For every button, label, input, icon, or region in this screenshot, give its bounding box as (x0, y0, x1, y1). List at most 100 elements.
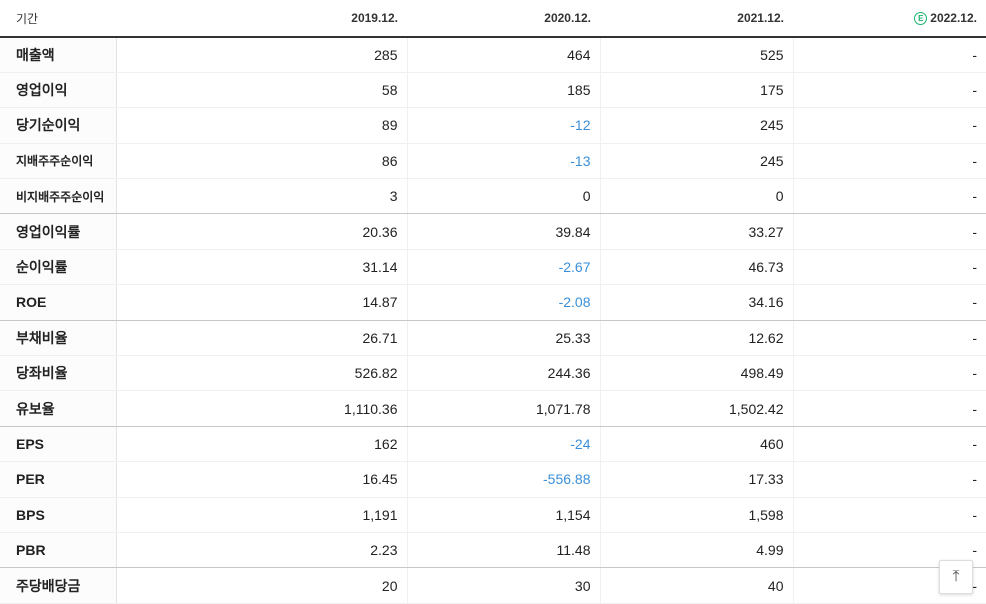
cell-value: 14.87 (115, 284, 407, 321)
scroll-top-button[interactable]: ⤒ (939, 560, 973, 594)
row-label: 비지배주주순이익 (0, 178, 117, 215)
table-row: 당좌비율 526.82 244.36 498.49- (0, 355, 986, 392)
cell-value: 1,071.78 (406, 390, 600, 427)
period-2022: E 2022.12. (793, 0, 986, 38)
period-2022-label: 2022.12. (930, 11, 977, 25)
cell-value: 20 (115, 567, 407, 604)
cell-value: - (792, 37, 986, 73)
cell-value: 46.73 (599, 249, 793, 286)
cell-value: -13 (406, 143, 600, 180)
cell-value: 185 (406, 72, 600, 109)
cell-value: 89 (115, 107, 407, 144)
table-row: PER 16.45 -556.88 17.33- (0, 461, 986, 498)
row-label: EPS (0, 426, 117, 463)
cell-value: -24 (406, 426, 600, 463)
cell-value: - (792, 390, 986, 427)
table-row: 당기순이익 89 -12 245- (0, 107, 986, 144)
cell-value: -12 (406, 107, 600, 144)
cell-value: 498.49 (599, 355, 793, 392)
cell-value: 1,598 (599, 497, 793, 533)
table-row: EPS 162 -24 460- (0, 426, 986, 463)
cell-value: - (792, 320, 986, 357)
cell-value: 3 (115, 178, 407, 215)
table-row: 영업이익률 20.36 39.84 33.27- (0, 213, 986, 250)
cell-value: - (792, 178, 986, 215)
cell-value: - (792, 284, 986, 321)
table-row: 유보율 1,110.36 1,071.78 1,502.42- (0, 390, 986, 427)
row-label: 지배주주순이익 (0, 143, 117, 180)
table-header-row: 기간 2019.12. 2020.12. 2021.12. E 2022.12. (0, 0, 986, 38)
cell-value: - (792, 213, 986, 250)
cell-value: - (792, 461, 986, 498)
cell-value: 525 (599, 37, 793, 73)
cell-value: 40 (599, 567, 793, 604)
table-row: 주당배당금 20 30 40- (0, 567, 986, 604)
cell-value: 33.27 (599, 213, 793, 250)
estimate-icon: E (914, 12, 928, 25)
cell-value: 245 (599, 143, 793, 180)
cell-value: 86 (115, 143, 407, 180)
cell-value: 2.23 (115, 532, 407, 569)
cell-value: 39.84 (406, 213, 600, 250)
row-label: PBR (0, 532, 117, 569)
row-label: 순이익률 (0, 249, 117, 286)
cell-value: 460 (599, 426, 793, 463)
row-label: ROE (0, 284, 117, 321)
table-row: 부채비율 26.71 25.33 12.62- (0, 320, 986, 357)
cell-value: - (792, 143, 986, 180)
cell-value: 1,110.36 (115, 390, 407, 427)
cell-value: 1,154 (406, 497, 600, 533)
row-label: 영업이익 (0, 72, 117, 109)
cell-value: 31.14 (115, 249, 407, 286)
cell-value: 34.16 (599, 284, 793, 321)
cell-value: 4.99 (599, 532, 793, 569)
table-row: ROE 14.87 -2.08 34.16- (0, 284, 986, 321)
table-row: 지배주주순이익 86 -13 245- (0, 143, 986, 180)
cell-value: - (792, 107, 986, 144)
table-row: 매출액 285 464 525- (0, 37, 986, 73)
row-label: 부채비율 (0, 320, 117, 357)
cell-value: -2.67 (406, 249, 600, 286)
cell-value: - (792, 426, 986, 463)
cell-value: - (792, 497, 986, 533)
cell-value: 20.36 (115, 213, 407, 250)
period-2019: 2019.12. (116, 0, 407, 38)
cell-value: 17.33 (599, 461, 793, 498)
cell-value: 26.71 (115, 320, 407, 357)
cell-value: 11.48 (406, 532, 600, 569)
table-row: PBR 2.23 11.48 4.99- (0, 532, 986, 569)
row-label: 당기순이익 (0, 107, 117, 144)
row-label: 당좌비율 (0, 355, 117, 392)
arrow-up-icon: ⤒ (952, 568, 960, 585)
cell-value: 175 (599, 72, 793, 109)
cell-value: - (792, 249, 986, 286)
table-row: 비지배주주순이익 3 0 0- (0, 178, 986, 215)
cell-value: 58 (115, 72, 407, 109)
cell-value: 526.82 (115, 355, 407, 392)
period-header: 기간 (0, 0, 116, 38)
cell-value: 1,502.42 (599, 390, 793, 427)
row-label: 영업이익률 (0, 213, 117, 250)
cell-value: 16.45 (115, 461, 407, 498)
financial-summary: 기간 2019.12. 2020.12. 2021.12. E 2022.12. … (0, 0, 986, 604)
table-row: 영업이익 58 185 175- (0, 72, 986, 109)
row-label: PER (0, 461, 117, 498)
cell-value: 25.33 (406, 320, 600, 357)
table-row: BPS 1,191 1,154 1,598- (0, 497, 986, 533)
cell-value: 0 (406, 178, 600, 215)
cell-value: 285 (115, 37, 407, 73)
row-label: 매출액 (0, 37, 117, 73)
cell-value: -2.08 (406, 284, 600, 321)
cell-value: - (792, 72, 986, 109)
cell-value: 12.62 (599, 320, 793, 357)
cell-value: 244.36 (406, 355, 600, 392)
table-row: 순이익률 31.14 -2.67 46.73- (0, 249, 986, 286)
row-label: 유보율 (0, 390, 117, 427)
cell-value: 30 (406, 567, 600, 604)
period-2020: 2020.12. (407, 0, 600, 38)
cell-value: - (792, 355, 986, 392)
cell-value: 464 (406, 37, 600, 73)
row-label: 주당배당금 (0, 567, 117, 604)
cell-value: 245 (599, 107, 793, 144)
row-label: BPS (0, 497, 117, 533)
